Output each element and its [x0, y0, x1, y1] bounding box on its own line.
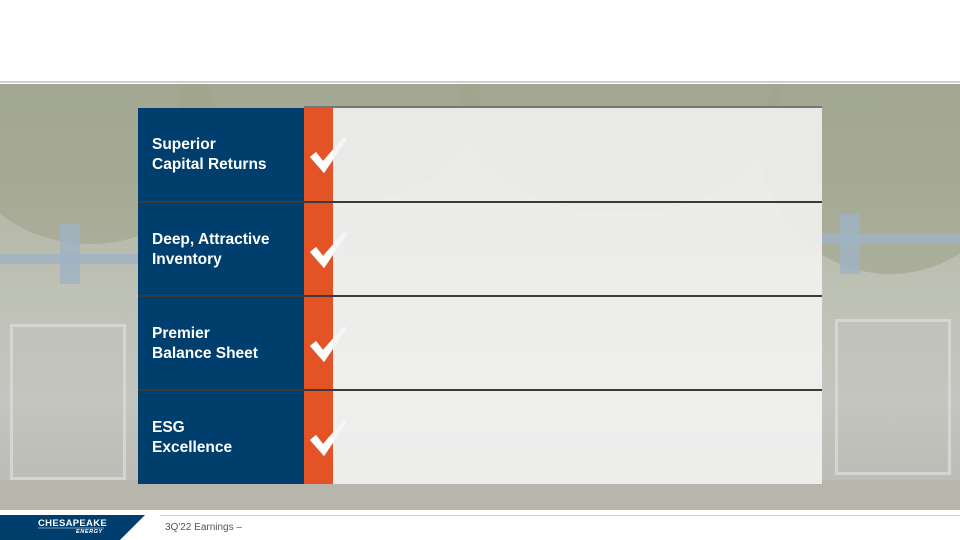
footer-divider — [160, 515, 960, 516]
footer-caption: 3Q'22 Earnings – — [165, 522, 242, 533]
row-content-cell — [333, 108, 822, 201]
logo-subtext: ENERGY — [76, 529, 103, 535]
row-label: Deep, Attractive Inventory — [152, 230, 270, 268]
header-divider — [0, 81, 960, 83]
row-label-cell: Premier Balance Sheet — [138, 297, 304, 390]
table-row-esg: ESG Excellence — [138, 391, 822, 484]
table-row-capital-returns: Superior Capital Returns — [138, 108, 822, 201]
chesapeake-logo: CHESAPEAKE ENERGY — [0, 515, 145, 540]
row-label: ESG Excellence — [152, 418, 233, 456]
row-content-cell — [333, 391, 822, 484]
row-label: Premier Balance Sheet — [152, 324, 258, 362]
row-label-cell: ESG Excellence — [138, 391, 304, 484]
row-label: Superior Capital Returns — [152, 135, 267, 173]
value-proposition-table: Superior Capital Returns Deep, Attractiv… — [138, 106, 822, 484]
row-label-cell: Superior Capital Returns — [138, 108, 304, 201]
logo-wordmark: CHESAPEAKE — [38, 518, 107, 529]
row-content-cell — [333, 297, 822, 390]
row-label-cell: Deep, Attractive Inventory — [138, 203, 304, 296]
row-content-cell — [333, 203, 822, 296]
table-row-balance-sheet: Premier Balance Sheet — [138, 297, 822, 390]
table-row-inventory: Deep, Attractive Inventory — [138, 203, 822, 296]
